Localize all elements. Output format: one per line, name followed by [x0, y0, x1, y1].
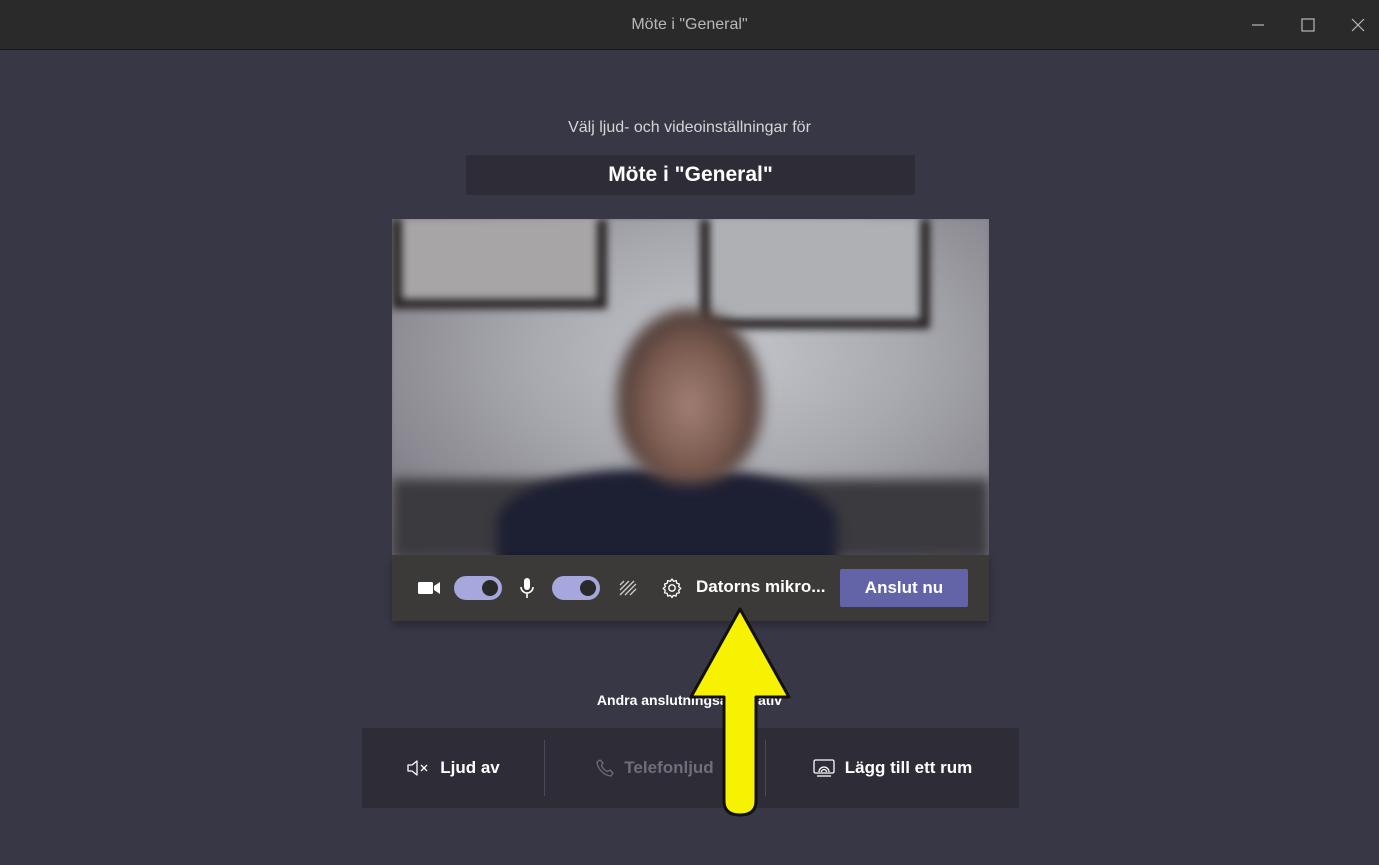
video-preview: [392, 219, 989, 555]
join-now-button[interactable]: Anslut nu: [840, 569, 968, 607]
close-button[interactable]: [1338, 10, 1378, 40]
add-room-label: Lägg till ett rum: [844, 758, 973, 777]
camera-icon: [416, 576, 442, 600]
preview-picture-frame: [700, 219, 930, 329]
room-cast-icon: [813, 759, 835, 777]
maximize-button[interactable]: [1288, 10, 1328, 40]
meeting-name: Möte i "General": [466, 155, 915, 195]
setup-subtitle: Välj ljud- och videoinställningar för: [568, 119, 811, 136]
title-bar: Möte i "General": [0, 0, 1379, 50]
background-blur-icon: [619, 580, 637, 596]
window-title: Möte i "General": [631, 16, 748, 33]
meeting-join-window: Möte i "General" Välj ljud- och videoins…: [0, 0, 1379, 865]
audio-off-option[interactable]: Ljud av: [362, 728, 544, 808]
audio-device-label[interactable]: Datorns mikro...: [696, 577, 825, 597]
minimize-button[interactable]: [1238, 10, 1278, 40]
microphone-toggle-knob: [580, 580, 596, 596]
device-settings-button[interactable]: [660, 576, 684, 600]
microphone-toggle[interactable]: [552, 576, 600, 600]
microphone-icon: [516, 576, 538, 600]
preview-person-head: [617, 309, 762, 484]
preview-picture-frame: [392, 219, 607, 309]
annotation-arrow: [689, 607, 791, 817]
add-room-option[interactable]: Lägg till ett rum: [766, 728, 1019, 808]
camera-toggle[interactable]: [454, 576, 502, 600]
maximize-icon: [1301, 18, 1315, 32]
camera-toggle-knob: [482, 580, 498, 596]
speaker-muted-icon: [407, 760, 428, 776]
phone-icon: [596, 759, 614, 777]
audio-off-label: Ljud av: [440, 758, 500, 777]
minimize-icon: [1252, 24, 1264, 26]
close-icon: [1351, 18, 1365, 32]
gear-icon: [662, 578, 682, 599]
background-blur-button[interactable]: [616, 577, 640, 599]
